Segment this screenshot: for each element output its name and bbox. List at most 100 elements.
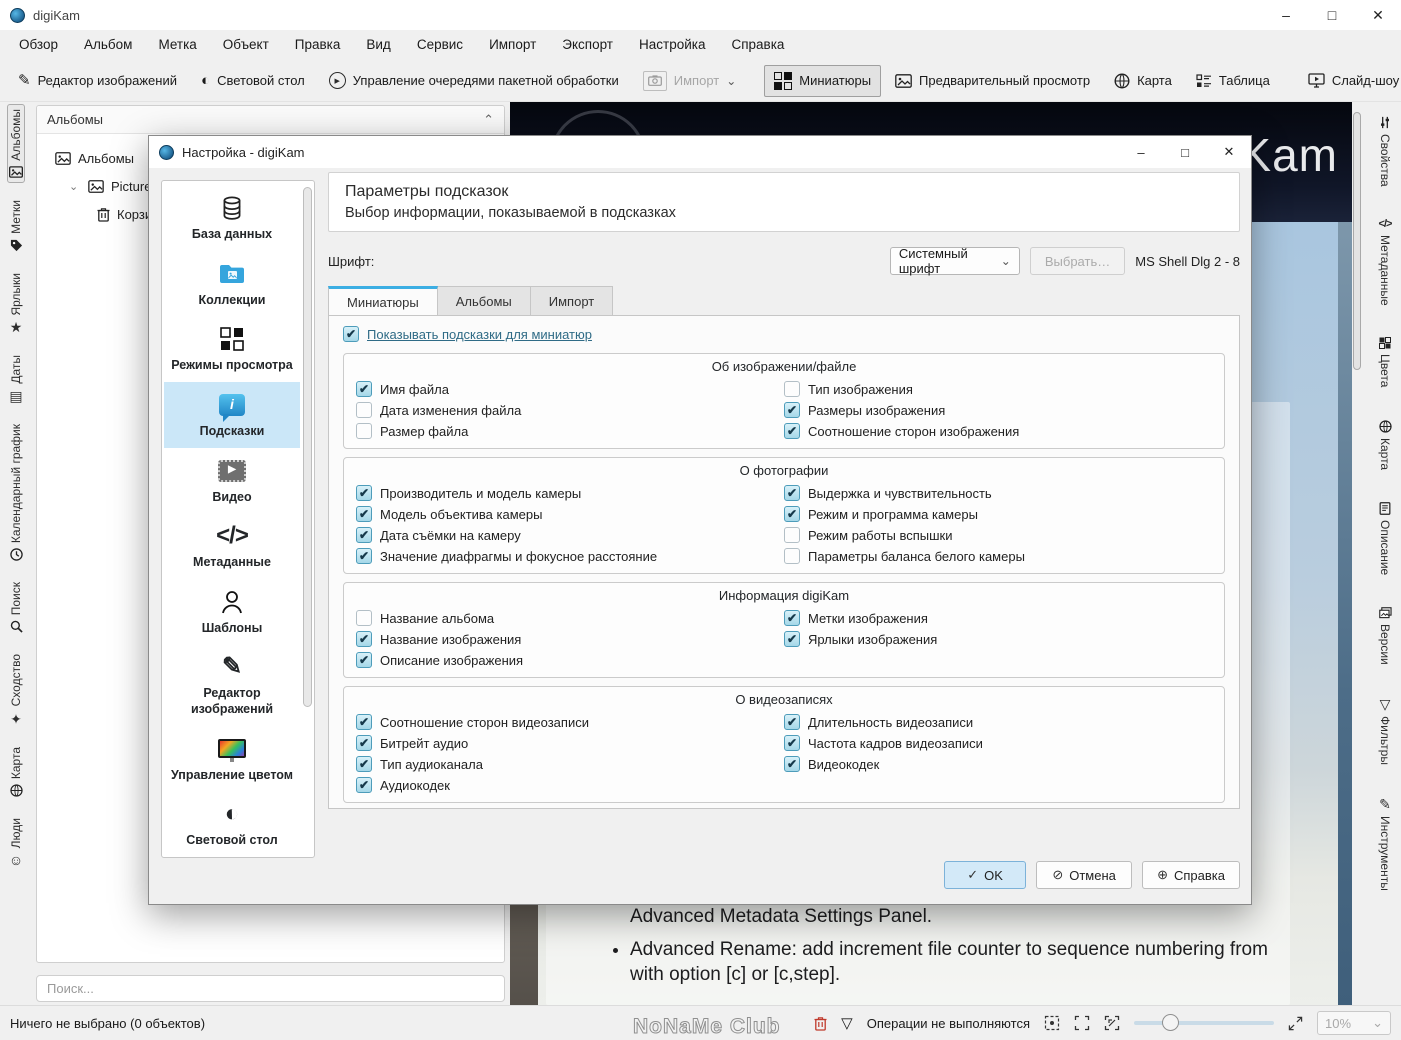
menu-tools[interactable]: Сервис <box>404 30 476 60</box>
option-image-labels[interactable]: Ярлыки изображения <box>784 631 1212 647</box>
zoom-select-icon[interactable] <box>1044 1015 1060 1031</box>
category-scrollbar-thumb[interactable] <box>303 187 312 707</box>
menu-album[interactable]: Альбом <box>71 30 145 60</box>
sidebar-tab-properties[interactable]: Свойства <box>1377 112 1393 191</box>
choose-font-button[interactable]: Выбрать… <box>1029 247 1126 275</box>
menu-item-object[interactable]: Объект <box>210 30 282 60</box>
sidebar-tab-tools[interactable]: ✎ Инструменты <box>1377 793 1393 895</box>
sidebar-tab-map[interactable]: Карта <box>8 743 24 801</box>
minimize-button[interactable]: – <box>1263 0 1309 30</box>
option-video-framerate[interactable]: Частота кадров видеозаписи <box>784 735 1212 751</box>
checkbox[interactable] <box>784 714 800 730</box>
checkbox[interactable] <box>356 506 372 522</box>
menu-import[interactable]: Импорт <box>476 30 549 60</box>
checkbox[interactable] <box>784 756 800 772</box>
table-view-button[interactable]: Таблица <box>1186 66 1280 95</box>
cancel-button[interactable]: ⊘ Отмена <box>1036 861 1133 889</box>
sidebar-tab-timeline[interactable]: Календарный график <box>8 420 24 565</box>
checkbox[interactable] <box>343 326 359 342</box>
checkbox[interactable] <box>784 381 800 397</box>
maximize-button[interactable]: □ <box>1309 0 1355 30</box>
sidebar-tab-dates[interactable]: Даты ▤ <box>8 351 24 407</box>
menu-edit[interactable]: Правка <box>282 30 354 60</box>
zoom-fit-icon[interactable] <box>1074 1015 1090 1031</box>
option-video-duration[interactable]: Длительность видеозаписи <box>784 714 1212 730</box>
sidebar-tab-map-right[interactable]: Карта <box>1377 416 1393 474</box>
sidebar-tab-labels[interactable]: Ярлыки ★ <box>8 269 24 339</box>
menu-settings[interactable]: Настройка <box>626 30 718 60</box>
checkbox[interactable] <box>784 548 800 564</box>
category-light-table[interactable]: ◐ Световой стол <box>164 791 300 857</box>
category-views[interactable]: Режимы просмотра <box>164 316 300 382</box>
ok-button[interactable]: ✓ OK <box>944 861 1027 889</box>
sidebar-tab-filters[interactable]: ▽ Фильтры <box>1377 693 1393 769</box>
fullscreen-icon[interactable] <box>1288 1016 1303 1031</box>
sidebar-tab-search[interactable]: Поиск <box>8 578 24 637</box>
import-button[interactable]: Импорт ⌄ <box>633 64 747 98</box>
checkbox[interactable] <box>356 610 372 626</box>
checkbox[interactable] <box>784 631 800 647</box>
option-aspect-ratio[interactable]: Соотношение сторон изображения <box>784 423 1212 439</box>
chevron-up-icon[interactable]: ⌃ <box>483 112 494 128</box>
option-file-date[interactable]: Дата изменения файла <box>356 402 784 418</box>
option-image-caption[interactable]: Описание изображения <box>356 652 784 668</box>
dialog-maximize-button[interactable]: □ <box>1163 136 1207 168</box>
preview-scrollbar[interactable] <box>1352 104 1362 1003</box>
option-camera-make[interactable]: Производитель и модель камеры <box>356 485 784 501</box>
option-audio-bitrate[interactable]: Битрейт аудио <box>356 735 784 751</box>
category-collections[interactable]: Коллекции <box>164 251 300 317</box>
checkbox[interactable] <box>356 402 372 418</box>
menu-view[interactable]: Вид <box>353 30 403 60</box>
album-search-field[interactable] <box>36 975 505 1002</box>
checkbox[interactable] <box>356 714 372 730</box>
sidebar-tab-people[interactable]: Люди ☺ <box>8 814 24 871</box>
tab-albums[interactable]: Альбомы <box>437 286 531 315</box>
tab-import[interactable]: Импорт <box>530 286 614 315</box>
menu-tag[interactable]: Метка <box>145 30 209 60</box>
category-database[interactable]: База данных <box>164 185 300 251</box>
option-image-dimensions[interactable]: Размеры изображения <box>784 402 1212 418</box>
checkbox[interactable] <box>784 610 800 626</box>
checkbox[interactable] <box>356 423 372 439</box>
category-templates[interactable]: Шаблоны <box>164 579 300 645</box>
checkbox[interactable] <box>356 735 372 751</box>
font-combo[interactable]: Системный шрифт ⌄ <box>889 246 1020 276</box>
branch-expanded-icon[interactable]: ⌄ <box>69 180 81 193</box>
zoom-slider[interactable] <box>1134 1014 1274 1031</box>
category-video[interactable]: ▶ Видео <box>164 448 300 514</box>
batch-queue-button[interactable]: ▶ Управление очередями пакетной обработк… <box>319 65 629 96</box>
category-image-editor[interactable]: ✎ Редактор изображений <box>164 644 300 725</box>
option-file-size[interactable]: Размер файла <box>356 423 784 439</box>
category-tooltips[interactable]: i Подсказки <box>164 381 300 448</box>
option-audio-codec[interactable]: Аудиокодек <box>356 777 784 793</box>
checkbox[interactable] <box>784 506 800 522</box>
option-flash-mode[interactable]: Режим работы вспышки <box>784 527 1212 543</box>
option-aperture-focal[interactable]: Значение диафрагмы и фокусное расстояние <box>356 548 784 564</box>
checkbox[interactable] <box>356 485 372 501</box>
map-view-button[interactable]: Карта <box>1104 66 1182 96</box>
category-quality-sorter[interactable]: Сортировщик изображений по качеству <box>164 857 300 858</box>
dialog-minimize-button[interactable]: – <box>1119 136 1163 168</box>
option-video-aspect[interactable]: Соотношение сторон видеозаписи <box>356 714 784 730</box>
zoom-slider-handle[interactable] <box>1162 1014 1179 1031</box>
sidebar-tab-colors[interactable]: Цвета <box>1377 333 1393 391</box>
category-metadata[interactable]: </> Метаданные <box>164 513 300 579</box>
checkbox[interactable] <box>356 381 372 397</box>
show-tooltips-option[interactable]: Показывать подсказки для миниатюр <box>343 326 592 342</box>
sidebar-tab-similarity[interactable]: Сходство ✦ <box>8 650 24 729</box>
checkbox[interactable] <box>784 423 800 439</box>
slideshow-button[interactable]: Слайд-шоу ⌄ <box>1298 66 1401 95</box>
dialog-close-button[interactable]: ✕ <box>1207 136 1251 168</box>
checkbox[interactable] <box>356 548 372 564</box>
menu-help[interactable]: Справка <box>718 30 797 60</box>
sidebar-tab-versions[interactable]: Версии <box>1377 603 1393 669</box>
light-table-button[interactable]: ◐ Световой стол <box>191 66 315 95</box>
zoom-percent-combo[interactable]: 10% ⌄ <box>1317 1011 1391 1035</box>
image-editor-button[interactable]: ✎ Редактор изображений <box>8 66 187 95</box>
preview-button[interactable]: Предварительный просмотр <box>885 66 1100 95</box>
close-button[interactable]: ✕ <box>1355 0 1401 30</box>
sidebar-tab-albums[interactable]: Альбомы <box>7 104 25 183</box>
option-exposure-sensitivity[interactable]: Выдержка и чувствительность <box>784 485 1212 501</box>
checkbox[interactable] <box>784 485 800 501</box>
option-file-name[interactable]: Имя файла <box>356 381 784 397</box>
